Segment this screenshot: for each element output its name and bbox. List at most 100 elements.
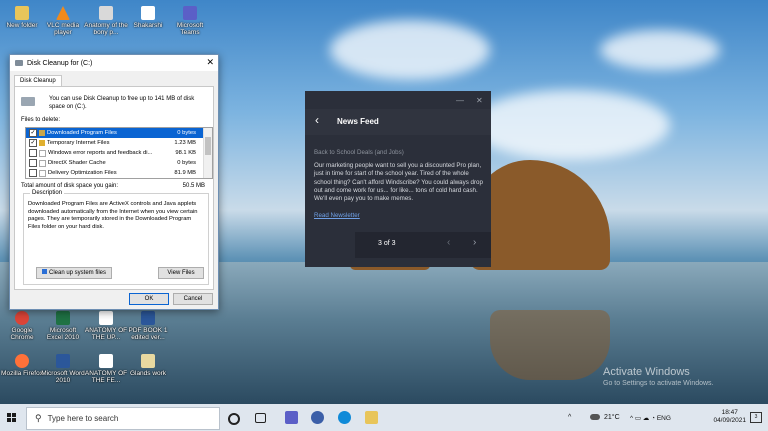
- close-button[interactable]: ✕: [206, 57, 214, 68]
- checkbox[interactable]: ✓: [29, 139, 37, 147]
- file-size: 81.9 MB: [174, 170, 196, 176]
- activate-windows-title: Activate Windows: [603, 366, 690, 378]
- time: 18:47: [721, 409, 738, 416]
- word-icon: [56, 354, 70, 368]
- desktop-icon-label: ANATOMY OF THE UP...: [84, 327, 128, 341]
- desktop-icon-anatomy-up[interactable]: ANATOMY OF THE UP...: [84, 311, 128, 341]
- desktop-icon-glands[interactable]: Glands work: [126, 354, 170, 377]
- desktop-icon-label: VLC media player: [46, 22, 80, 36]
- notification-icon[interactable]: 3: [750, 412, 762, 423]
- tray-icons[interactable]: ^ ▭ ☁ ◔ ENG: [630, 414, 671, 422]
- list-item[interactable]: ✓ Temporary Internet Files 1.23 MB: [26, 138, 212, 148]
- document-icon: [141, 354, 155, 368]
- desktop-icon-new-folder[interactable]: New folder: [0, 6, 44, 29]
- news-body: Our marketing people want to sell you a …: [314, 162, 483, 203]
- desktop-icon-label: New folder: [6, 22, 38, 29]
- files-list[interactable]: ✓ Downloaded Program Files 0 bytes ✓ Tem…: [25, 127, 213, 179]
- desktop-icon-anatomy-bony[interactable]: Anatomy of the bony p...: [84, 6, 128, 36]
- desktop-icon-label: Google Chrome: [10, 327, 34, 341]
- clean-up-system-files-button[interactable]: Clean up system files: [36, 267, 112, 279]
- news-subtitle: Back to School Deals (and Jobs): [314, 149, 404, 156]
- document-icon: [99, 311, 113, 325]
- weather-icon: [590, 414, 600, 420]
- checkbox[interactable]: [29, 169, 37, 177]
- checkbox[interactable]: [29, 159, 37, 167]
- next-chevron-icon[interactable]: ›: [473, 237, 476, 248]
- weather-temp[interactable]: 21°C: [604, 414, 620, 421]
- desktop-icon-excel[interactable]: Microsoft Excel 2010: [41, 311, 85, 341]
- total-label: Total amount of disk space you gain:: [21, 183, 119, 189]
- desktop-icon-word[interactable]: Microsoft Word 2010: [41, 354, 85, 384]
- windscribe-icon[interactable]: [311, 411, 324, 424]
- desktop-icon-anatomy-fe[interactable]: ANATOMY OF THE FE...: [84, 354, 128, 384]
- close-button[interactable]: ✕: [476, 96, 483, 105]
- chrome-icon: [15, 311, 29, 325]
- disk-cleanup-icon: [15, 60, 23, 66]
- list-item[interactable]: DirectX Shader Cache 0 bytes: [26, 158, 212, 168]
- cortana-icon[interactable]: [228, 413, 240, 425]
- desktop-icon-shakarshi[interactable]: Shakarshi: [126, 6, 170, 29]
- file-name: DirectX Shader Cache: [48, 160, 106, 166]
- firefox-icon: [15, 354, 29, 368]
- intro-text: You can use Disk Cleanup to free up to 1…: [49, 96, 195, 110]
- files-to-delete-label: Files to delete:: [21, 117, 61, 123]
- file-size: 1.23 MB: [174, 140, 196, 146]
- file-size: 98.1 KB: [175, 150, 196, 156]
- shield-icon: [41, 269, 47, 274]
- minimize-button[interactable]: —: [456, 96, 464, 105]
- lock-icon: [39, 140, 45, 146]
- checkbox[interactable]: [29, 149, 37, 157]
- drive-icon: [21, 97, 35, 106]
- read-newsletter-link[interactable]: Read Newsletter: [314, 212, 360, 219]
- desktop-icon-pdf-book[interactable]: PDF BOOK 1 edited ver...: [126, 311, 170, 341]
- search-placeholder: Type here to search: [47, 414, 119, 423]
- edge-icon[interactable]: [338, 411, 351, 424]
- desktop-icon-firefox[interactable]: Mozilla Firefox: [0, 354, 44, 377]
- teams-icon[interactable]: [285, 411, 298, 424]
- ok-button[interactable]: OK: [129, 293, 169, 305]
- desktop-icon-chrome[interactable]: Google Chrome: [0, 311, 44, 341]
- document-icon: [99, 6, 113, 20]
- file-size: 0 bytes: [177, 130, 196, 136]
- view-files-button[interactable]: View Files: [158, 267, 204, 279]
- clock[interactable]: 18:47 04/09/2021: [713, 409, 746, 425]
- show-hidden-icons-icon[interactable]: ^: [568, 414, 571, 421]
- file-name: Windows error reports and feedback di...: [48, 150, 153, 156]
- list-item[interactable]: ✓ Downloaded Program Files 0 bytes: [26, 128, 212, 138]
- cancel-button[interactable]: Cancel: [173, 293, 213, 305]
- file-icon: [39, 149, 46, 157]
- task-view-icon[interactable]: [255, 413, 266, 423]
- vlc-icon: [56, 6, 70, 20]
- word-icon: [141, 311, 155, 325]
- file-name: Delivery Optimization Files: [48, 170, 117, 176]
- file-name: Temporary Internet Files: [47, 140, 110, 146]
- folder-icon: [39, 130, 45, 136]
- desktop-icon-label: Microsoft Teams: [176, 22, 204, 36]
- prev-chevron-icon[interactable]: ‹: [447, 237, 450, 248]
- checkbox[interactable]: ✓: [29, 129, 37, 137]
- total-value: 50.5 MB: [182, 183, 205, 189]
- cloud: [470, 90, 670, 160]
- cloud: [600, 30, 720, 70]
- back-chevron-icon[interactable]: ‹: [315, 113, 319, 127]
- desktop-icon-label: Mozilla Firefox: [1, 370, 43, 377]
- list-item[interactable]: Windows error reports and feedback di...…: [26, 148, 212, 158]
- start-button[interactable]: [0, 404, 22, 431]
- desktop-icon-vlc[interactable]: VLC media player: [41, 6, 85, 36]
- scrollbar-thumb[interactable]: [205, 137, 211, 155]
- desktop-icon-label: PDF BOOK 1 edited ver...: [128, 327, 168, 341]
- dialog-panel: You can use Disk Cleanup to free up to 1…: [14, 86, 214, 290]
- tab-disk-cleanup[interactable]: Disk Cleanup: [14, 75, 62, 86]
- news-header: ‹ News Feed: [305, 109, 491, 135]
- desktop-icon-label: Microsoft Word 2010: [41, 370, 85, 384]
- file-explorer-icon[interactable]: [365, 411, 378, 424]
- desktop-icon-teams[interactable]: Microsoft Teams: [168, 6, 212, 36]
- list-item[interactable]: Delivery Optimization Files 81.9 MB: [26, 168, 212, 178]
- taskbar: ⚲ Type here to search ^ 21°C ^ ▭ ☁ ◔ ENG…: [0, 404, 768, 431]
- document-icon: [141, 6, 155, 20]
- search-box[interactable]: ⚲ Type here to search: [26, 407, 220, 430]
- news-pagination: 3 of 3 ‹ ›: [355, 232, 491, 258]
- news-title: News Feed: [337, 117, 379, 126]
- scrollbar[interactable]: [203, 128, 212, 178]
- desktop-icon-label: Microsoft Excel 2010: [46, 327, 80, 341]
